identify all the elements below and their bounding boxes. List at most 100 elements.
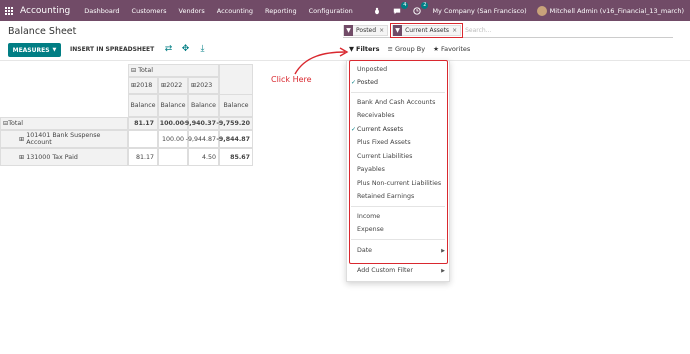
filter-posted[interactable]: Posted — [357, 79, 378, 86]
pivot-cell[interactable]: -9,844.87 — [216, 130, 253, 148]
measure-header: Balance — [128, 94, 158, 117]
filter-payables[interactable]: Payables — [357, 166, 385, 173]
pivot-year-2022[interactable]: ⊞ 2022 — [158, 77, 188, 94]
nav-accounting[interactable]: Accounting — [217, 7, 253, 15]
filter-plus-noncurrent-liabilities[interactable]: Plus Non-current Liabilities — [357, 180, 441, 187]
pivot-col-header-total[interactable]: ⊟ Total — [128, 64, 219, 77]
measures-label: MEASURES — [12, 46, 50, 54]
pivot-cell[interactable]: 100.00 — [158, 130, 188, 148]
filter-receivables[interactable]: Receivables — [357, 112, 395, 119]
row-label: 131000 Tax Paid — [26, 153, 78, 161]
nav-customers[interactable]: Customers — [132, 7, 167, 15]
filters-button[interactable]: ▼ Filters — [349, 45, 380, 53]
measures-button[interactable]: MEASURES ▼ — [8, 43, 61, 57]
chat-badge: 4 — [401, 1, 409, 9]
pivot-col-total-label: Total — [138, 67, 153, 74]
remove-facet-icon[interactable]: × — [379, 27, 387, 34]
layers-icon: ≡ — [387, 45, 393, 53]
filter-icon: ▼ — [393, 25, 403, 36]
filter-income[interactable]: Income — [357, 213, 380, 220]
annotation-click-here: Click Here — [271, 75, 312, 84]
year-label: 2022 — [166, 82, 183, 89]
group-by-button[interactable]: ≡ Group By — [388, 45, 426, 53]
flip-axis-icon[interactable]: ⇄ — [164, 45, 173, 54]
pivot-cell[interactable]: 85.67 — [219, 148, 253, 166]
insert-spreadsheet-button[interactable]: INSERT IN SPREADSHEET — [70, 46, 154, 53]
pivot-row-header-bank-suspense[interactable]: ⊞ 101401 Bank Suspense Account — [0, 130, 128, 148]
user-name: Mitchell Admin (v16_Financial_13_march) — [549, 6, 684, 15]
filters-dropdown: Unposted ✓ Posted Bank And Cash Accounts… — [346, 60, 450, 282]
avatar — [536, 5, 547, 16]
year-label: 2018 — [136, 82, 153, 89]
measure-header: Balance — [158, 94, 188, 117]
activity-badge: 2 — [421, 1, 429, 9]
facet-label: Posted — [356, 27, 377, 34]
pivot-row-header-total[interactable]: ⊟ Total — [0, 117, 128, 130]
facet-posted[interactable]: ▼ Posted × — [343, 25, 389, 36]
year-label: 2023 — [196, 82, 213, 89]
filter-retained-earnings[interactable]: Retained Earnings — [357, 193, 414, 200]
chat-icon[interactable]: 4 — [392, 1, 409, 16]
user-menu[interactable]: Mitchell Admin (v16_Financial_13_march) — [536, 5, 684, 16]
bug-icon[interactable] — [372, 6, 382, 16]
group-by-label: Group By — [394, 45, 426, 53]
filter-date[interactable]: Date — [357, 247, 372, 254]
favorites-label: Favorites — [440, 45, 471, 53]
star-icon: ★ — [433, 45, 439, 53]
pivot-cell[interactable]: -9,940.37 — [182, 117, 219, 130]
expand-icon: ⊞ — [19, 135, 27, 143]
check-icon: ✓ — [351, 79, 357, 86]
filters-label: Filters — [356, 45, 380, 53]
filter-plus-fixed-assets[interactable]: Plus Fixed Assets — [357, 139, 411, 146]
pivot-cell[interactable] — [158, 148, 188, 166]
expand-all-icon[interactable]: ✥ — [181, 45, 190, 54]
filter-unposted[interactable]: Unposted — [357, 66, 387, 73]
expand-icon: ⊞ — [19, 153, 27, 161]
annotation-arrow-icon — [294, 47, 349, 75]
company-switcher[interactable]: My Company (San Francisco) — [432, 7, 526, 15]
pivot-cell[interactable]: 81.17 — [128, 148, 158, 166]
remove-facet-icon[interactable]: × — [452, 27, 460, 34]
facet-label: Current Assets — [405, 27, 450, 34]
pivot-cell[interactable] — [128, 130, 158, 148]
caret-down-icon: ▼ — [52, 47, 57, 53]
row-label: 101401 Bank Suspense Account — [26, 132, 101, 146]
measure-header: Balance — [219, 94, 253, 117]
search-bar: ▼ Posted × ▼ Current Assets × Search... — [343, 23, 673, 38]
pivot-year-2023[interactable]: ⊞ 2023 — [188, 77, 219, 94]
filter-current-liabilities[interactable]: Current Liabilities — [357, 153, 412, 160]
pivot-cell[interactable]: 81.17 — [128, 117, 158, 130]
navbar-systray: 4 2 My Company (San Francisco) Mitchell … — [372, 0, 684, 21]
caret-right-icon: ▶ — [441, 248, 445, 254]
activity-clock-icon[interactable]: 2 — [412, 1, 429, 16]
measure-header: Balance — [188, 94, 219, 117]
pivot-cell[interactable]: 4.50 — [188, 148, 219, 166]
favorites-button[interactable]: ★ Favorites — [433, 45, 470, 53]
separator — [351, 263, 445, 264]
pivot-row-header-tax-paid[interactable]: ⊞ 131000 Tax Paid — [0, 148, 128, 166]
nav-configuration[interactable]: Configuration — [309, 7, 353, 15]
filter-bank-cash[interactable]: Bank And Cash Accounts — [357, 99, 435, 106]
pivot-cell[interactable]: -9,944.87 — [186, 130, 219, 148]
filter-icon: ▼ — [344, 25, 353, 36]
separator — [351, 239, 445, 240]
filter-expense[interactable]: Expense — [357, 226, 384, 233]
nav-reporting[interactable]: Reporting — [265, 7, 297, 15]
nav-dashboard[interactable]: Dashboard — [84, 7, 119, 15]
check-icon: ✓ — [351, 126, 357, 133]
pivot-cell[interactable]: -9,759.20 — [216, 117, 253, 130]
nav-vendors[interactable]: Vendors — [179, 7, 205, 15]
download-icon[interactable]: ⤓ — [198, 45, 207, 54]
filter-current-assets[interactable]: Current Assets — [357, 126, 403, 133]
add-custom-filter[interactable]: Add Custom Filter — [357, 267, 413, 274]
apps-grid-icon[interactable] — [2, 0, 16, 21]
top-navbar: Accounting Dashboard Customers Vendors A… — [0, 0, 690, 21]
pivot-year-2018[interactable]: ⊞ 2018 — [128, 77, 158, 94]
facet-current-assets[interactable]: ▼ Current Assets × — [390, 23, 464, 38]
caret-right-icon: ▶ — [441, 268, 445, 274]
app-name[interactable]: Accounting — [20, 6, 70, 16]
page-title: Balance Sheet — [8, 26, 77, 37]
row-label: Total — [8, 120, 23, 127]
search-input[interactable]: Search... — [465, 27, 491, 34]
separator — [351, 92, 445, 93]
